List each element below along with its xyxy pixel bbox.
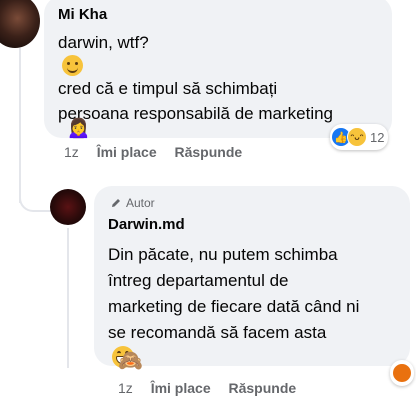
- angry-reaction-icon: [392, 363, 412, 383]
- author-badge: Autor: [110, 196, 155, 210]
- timestamp[interactable]: 1z: [64, 144, 79, 160]
- avatar[interactable]: [50, 189, 86, 225]
- haha-reaction-icon: ᵔᴗᵔ: [347, 127, 367, 147]
- comment-author[interactable]: Mi Kha: [58, 6, 107, 23]
- comment-actions: 1z Îmi place Răspunde: [64, 144, 256, 160]
- reply-thread-connector: [67, 228, 69, 368]
- timestamp[interactable]: 1z: [118, 380, 133, 396]
- like-button[interactable]: Îmi place: [97, 144, 157, 160]
- smile-emoji-icon: [62, 55, 83, 76]
- author-badge-label: Autor: [126, 196, 155, 210]
- avatar[interactable]: [0, 0, 40, 48]
- comment-line: persoana responsabilă de marketing: [58, 104, 334, 123]
- reply-actions: 1z Îmi place Răspunde: [118, 380, 310, 396]
- comment-text: darwin, wtf? cred că e timpul să schimba…: [58, 30, 333, 126]
- thread-connector-curve: [19, 186, 51, 212]
- see-no-evil-monkey-sticker-icon: 🙈: [118, 350, 143, 372]
- woman-shrug-sticker-icon: 🙍‍♀️: [66, 117, 91, 139]
- reaction-summary[interactable]: 👍 ᵔᴗᵔ 12: [330, 124, 389, 150]
- reply-line: marketing de fiecare dată când ni: [108, 297, 360, 316]
- like-button[interactable]: Îmi place: [151, 380, 211, 396]
- reply-line: întreg departamentul de: [108, 271, 289, 290]
- reply-button[interactable]: Răspunde: [229, 380, 297, 396]
- reaction-summary[interactable]: [390, 360, 414, 386]
- comment-line: cred că e timpul să schimbați: [58, 79, 278, 98]
- pencil-icon: [112, 199, 120, 207]
- thread-connector: [19, 48, 21, 203]
- comment-line: darwin, wtf?: [58, 33, 149, 52]
- reply-button[interactable]: Răspunde: [175, 144, 243, 160]
- reply-author[interactable]: Darwin.md: [108, 216, 185, 233]
- reply-line: Din păcate, nu putem schimba: [108, 245, 338, 264]
- reaction-count: 12: [370, 129, 385, 145]
- reply-line: se recomandă să facem asta: [108, 323, 327, 342]
- reply-text: Din păcate, nu putem schimba întreg depa…: [108, 242, 359, 368]
